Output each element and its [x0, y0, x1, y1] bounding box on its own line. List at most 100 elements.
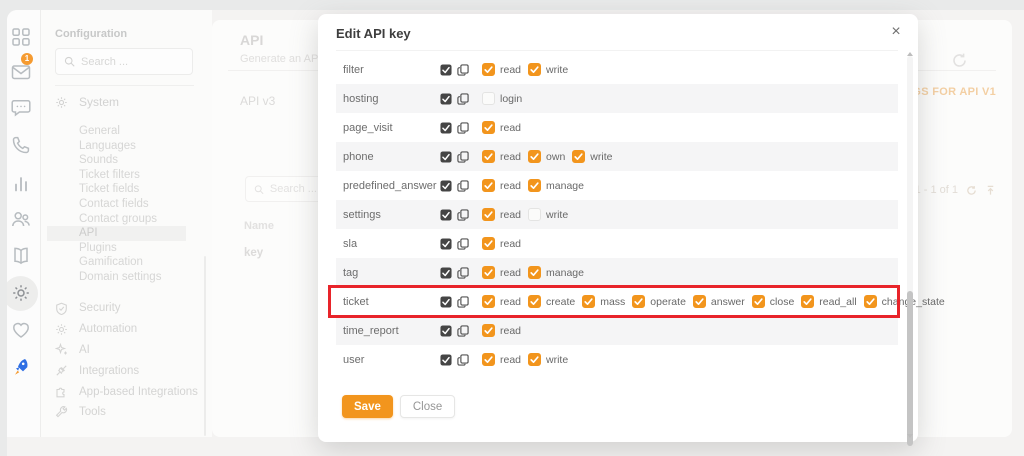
- sidebar-section-automation[interactable]: Automation: [55, 319, 198, 340]
- permission-toggle[interactable]: write: [528, 208, 568, 221]
- permission-toggle[interactable]: close: [752, 295, 795, 308]
- checkbox-checked[interactable]: [528, 150, 541, 163]
- copy-icon[interactable]: [457, 325, 469, 337]
- select-all-icon[interactable]: [440, 122, 452, 134]
- sidebar-item-contact-groups[interactable]: Contact groups: [79, 212, 161, 227]
- checkbox-checked[interactable]: [528, 295, 541, 308]
- sidebar-section-app-based-integrations[interactable]: App-based Integrations: [55, 381, 198, 402]
- knowledge-icon[interactable]: [11, 246, 31, 266]
- checkbox-checked[interactable]: [482, 324, 495, 337]
- chat-icon[interactable]: [11, 98, 31, 118]
- checkbox-checked[interactable]: [482, 237, 495, 250]
- tab-api-v3[interactable]: API v3: [240, 94, 275, 108]
- scrollbar-down-arrow[interactable]: [907, 434, 913, 438]
- copy-icon[interactable]: [457, 354, 469, 366]
- sidebar-item-sounds[interactable]: Sounds: [79, 153, 161, 168]
- checkbox-unchecked[interactable]: [482, 92, 495, 105]
- permission-toggle[interactable]: read: [482, 121, 521, 134]
- modal-scrollbar[interactable]: [907, 56, 913, 434]
- sidebar-item-contact-fields[interactable]: Contact fields: [79, 197, 161, 212]
- favorites-icon[interactable]: [11, 320, 31, 340]
- permission-toggle[interactable]: read: [482, 266, 521, 279]
- select-all-icon[interactable]: [440, 354, 452, 366]
- checkbox-checked[interactable]: [482, 179, 495, 192]
- checkbox-checked[interactable]: [752, 295, 765, 308]
- permission-toggle[interactable]: read: [482, 150, 521, 163]
- sidebar-item-api[interactable]: API: [79, 226, 161, 241]
- scrollbar-thumb[interactable]: [907, 291, 913, 446]
- reports-icon[interactable]: [11, 174, 31, 194]
- permission-toggle[interactable]: answer: [693, 295, 745, 308]
- phone-icon[interactable]: [11, 135, 31, 155]
- permission-toggle[interactable]: read: [482, 208, 521, 221]
- checkbox-unchecked[interactable]: [528, 208, 541, 221]
- sidebar-group-system[interactable]: System: [55, 95, 119, 109]
- sidebar-search[interactable]: [55, 48, 193, 75]
- checkbox-checked[interactable]: [801, 295, 814, 308]
- permission-toggle[interactable]: read: [482, 324, 521, 337]
- checkbox-checked[interactable]: [572, 150, 585, 163]
- sidebar-item-general[interactable]: General: [79, 124, 161, 139]
- copy-icon[interactable]: [457, 267, 469, 279]
- save-button[interactable]: Save: [342, 395, 393, 418]
- permission-toggle[interactable]: own: [528, 150, 565, 163]
- copy-icon[interactable]: [457, 122, 469, 134]
- sidebar-item-domain-settings[interactable]: Domain settings: [79, 270, 161, 285]
- copy-icon[interactable]: [457, 151, 469, 163]
- permission-toggle[interactable]: operate: [632, 295, 686, 308]
- sidebar-section-tools[interactable]: Tools: [55, 402, 198, 423]
- select-all-icon[interactable]: [440, 64, 452, 76]
- export-icon[interactable]: [985, 185, 996, 196]
- checkbox-checked[interactable]: [528, 266, 541, 279]
- sidebar-search-input[interactable]: [81, 56, 184, 68]
- close-icon[interactable]: ×: [886, 22, 906, 42]
- select-all-icon[interactable]: [440, 93, 452, 105]
- select-all-icon[interactable]: [440, 151, 452, 163]
- permission-toggle[interactable]: read: [482, 179, 521, 192]
- checkbox-checked[interactable]: [528, 179, 541, 192]
- close-button[interactable]: Close: [400, 395, 455, 418]
- sidebar-scrollbar[interactable]: [204, 256, 206, 436]
- copy-icon[interactable]: [457, 64, 469, 76]
- permission-toggle[interactable]: manage: [528, 266, 584, 279]
- select-all-icon[interactable]: [440, 180, 452, 192]
- checkbox-checked[interactable]: [528, 353, 541, 366]
- permission-toggle[interactable]: mass: [582, 295, 625, 308]
- checkbox-checked[interactable]: [528, 63, 541, 76]
- permission-toggle[interactable]: read: [482, 353, 521, 366]
- checkbox-checked[interactable]: [582, 295, 595, 308]
- sidebar-item-ticket-filters[interactable]: Ticket filters: [79, 168, 161, 183]
- checkbox-checked[interactable]: [482, 150, 495, 163]
- permission-toggle[interactable]: login: [482, 92, 522, 105]
- select-all-icon[interactable]: [440, 296, 452, 308]
- permission-toggle[interactable]: read_all: [801, 295, 856, 308]
- permission-toggle[interactable]: manage: [528, 179, 584, 192]
- sidebar-item-ticket-fields[interactable]: Ticket fields: [79, 182, 161, 197]
- permission-toggle[interactable]: write: [528, 63, 568, 76]
- copy-icon[interactable]: [457, 238, 469, 250]
- sidebar-section-security[interactable]: Security: [55, 298, 198, 319]
- sidebar-item-gamification[interactable]: Gamification: [79, 255, 161, 270]
- checkbox-checked[interactable]: [864, 295, 877, 308]
- refresh-icon[interactable]: [951, 52, 968, 69]
- settings-icon[interactable]: [11, 283, 31, 303]
- sidebar-section-ai[interactable]: AI: [55, 340, 198, 361]
- copy-icon[interactable]: [457, 180, 469, 192]
- select-all-icon[interactable]: [440, 325, 452, 337]
- permission-toggle[interactable]: read: [482, 295, 521, 308]
- checkbox-checked[interactable]: [693, 295, 706, 308]
- permission-toggle[interactable]: read: [482, 63, 521, 76]
- select-all-icon[interactable]: [440, 267, 452, 279]
- checkbox-checked[interactable]: [632, 295, 645, 308]
- permission-toggle[interactable]: write: [528, 353, 568, 366]
- select-all-icon[interactable]: [440, 209, 452, 221]
- permission-toggle[interactable]: read: [482, 237, 521, 250]
- checkbox-checked[interactable]: [482, 266, 495, 279]
- permission-toggle[interactable]: write: [572, 150, 612, 163]
- select-all-icon[interactable]: [440, 238, 452, 250]
- permission-toggle[interactable]: create: [528, 295, 575, 308]
- sidebar-item-languages[interactable]: Languages: [79, 139, 161, 154]
- rocket-icon[interactable]: [11, 357, 31, 377]
- apps-icon[interactable]: [11, 27, 31, 47]
- copy-icon[interactable]: [457, 296, 469, 308]
